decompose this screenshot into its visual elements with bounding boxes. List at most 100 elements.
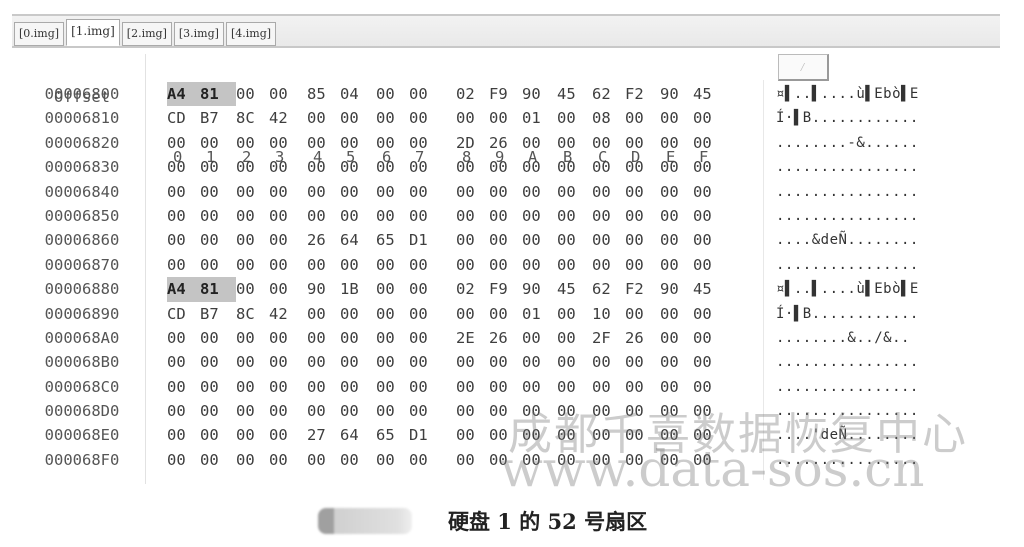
- hex-byte[interactable]: 00: [200, 253, 228, 277]
- hex-byte[interactable]: 62: [592, 277, 620, 301]
- hex-byte[interactable]: 01: [522, 106, 550, 130]
- hex-byte[interactable]: 00: [376, 375, 404, 399]
- hex-byte[interactable]: 00: [625, 375, 653, 399]
- hex-byte[interactable]: CD: [167, 106, 195, 130]
- hex-byte[interactable]: 00: [269, 448, 297, 472]
- hex-byte[interactable]: 00: [200, 448, 228, 472]
- hex-byte[interactable]: 45: [693, 277, 721, 301]
- ascii-text[interactable]: Í·▌B............: [776, 106, 919, 130]
- hex-byte[interactable]: 00: [307, 448, 335, 472]
- hex-byte[interactable]: 00: [236, 131, 264, 155]
- hex-byte[interactable]: 02: [456, 82, 484, 106]
- hex-byte[interactable]: 00: [307, 350, 335, 374]
- hex-byte[interactable]: 00: [409, 277, 437, 301]
- hex-byte[interactable]: 00: [167, 375, 195, 399]
- hex-byte[interactable]: 00: [376, 448, 404, 472]
- hex-byte[interactable]: 00: [340, 326, 368, 350]
- ascii-text[interactable]: ........-&......: [776, 131, 919, 155]
- hex-byte[interactable]: 00: [660, 180, 688, 204]
- hex-byte[interactable]: 00: [625, 204, 653, 228]
- ascii-text[interactable]: ................: [776, 155, 919, 179]
- hex-byte[interactable]: 00: [200, 155, 228, 179]
- hex-byte[interactable]: 00: [236, 204, 264, 228]
- hex-byte[interactable]: 00: [340, 253, 368, 277]
- hex-byte[interactable]: 00: [489, 180, 517, 204]
- hex-byte[interactable]: 00: [307, 131, 335, 155]
- hex-byte[interactable]: 45: [557, 82, 585, 106]
- hex-byte[interactable]: 2E: [456, 326, 484, 350]
- hex-byte[interactable]: 00: [660, 375, 688, 399]
- hex-byte[interactable]: 00: [167, 228, 195, 252]
- tab-0-img[interactable]: [0.img]: [14, 22, 65, 46]
- hex-byte[interactable]: 00: [456, 350, 484, 374]
- hex-byte[interactable]: 00: [307, 155, 335, 179]
- hex-byte[interactable]: A4: [167, 82, 203, 107]
- ascii-header-box[interactable]: ⁄: [778, 54, 829, 81]
- hex-byte[interactable]: 00: [307, 302, 335, 326]
- hex-byte[interactable]: 00: [489, 106, 517, 130]
- hex-byte[interactable]: 00: [456, 228, 484, 252]
- tab-4-img[interactable]: [4.img]: [225, 22, 277, 46]
- hex-byte[interactable]: 00: [489, 350, 517, 374]
- hex-byte[interactable]: 00: [376, 302, 404, 326]
- hex-byte[interactable]: 00: [376, 399, 404, 423]
- hex-byte[interactable]: 00: [376, 204, 404, 228]
- hex-byte[interactable]: 00: [660, 228, 688, 252]
- tab-2-img[interactable]: [2.img]: [121, 22, 172, 46]
- hex-byte[interactable]: F2: [625, 82, 653, 106]
- hex-byte[interactable]: 00: [307, 326, 335, 350]
- hex-byte[interactable]: 00: [522, 204, 550, 228]
- hex-byte[interactable]: 00: [340, 448, 368, 472]
- hex-byte[interactable]: 00: [522, 228, 550, 252]
- hex-byte[interactable]: 00: [592, 131, 620, 155]
- hex-byte[interactable]: 00: [693, 326, 721, 350]
- hex-byte[interactable]: CD: [167, 302, 195, 326]
- hex-byte[interactable]: 00: [167, 350, 195, 374]
- hex-byte[interactable]: 00: [409, 204, 437, 228]
- hex-byte[interactable]: 00: [625, 302, 653, 326]
- hex-byte[interactable]: 00: [409, 253, 437, 277]
- hex-byte[interactable]: 00: [376, 155, 404, 179]
- hex-byte[interactable]: 00: [522, 375, 550, 399]
- hex-byte[interactable]: 81: [200, 277, 236, 302]
- hex-byte[interactable]: 00: [340, 155, 368, 179]
- hex-byte[interactable]: 27: [307, 423, 335, 447]
- hex-byte[interactable]: 00: [200, 375, 228, 399]
- hex-byte[interactable]: 00: [625, 350, 653, 374]
- hex-byte[interactable]: 26: [489, 131, 517, 155]
- hex-byte[interactable]: 00: [625, 253, 653, 277]
- hex-byte[interactable]: 00: [167, 448, 195, 472]
- hex-byte[interactable]: 00: [456, 106, 484, 130]
- hex-byte[interactable]: 00: [307, 375, 335, 399]
- hex-byte[interactable]: 00: [340, 375, 368, 399]
- hex-byte[interactable]: 85: [307, 82, 335, 106]
- hex-byte[interactable]: 00: [592, 253, 620, 277]
- hex-byte[interactable]: 8C: [236, 106, 264, 130]
- hex-byte[interactable]: 00: [693, 131, 721, 155]
- hex-byte[interactable]: 00: [693, 302, 721, 326]
- hex-byte[interactable]: 00: [409, 180, 437, 204]
- hex-byte[interactable]: 00: [200, 399, 228, 423]
- hex-byte[interactable]: 00: [409, 82, 437, 106]
- hex-byte[interactable]: 00: [592, 180, 620, 204]
- hex-byte[interactable]: 08: [592, 106, 620, 130]
- hex-byte[interactable]: D1: [409, 423, 437, 447]
- hex-byte[interactable]: F2: [625, 277, 653, 301]
- hex-byte[interactable]: 00: [269, 228, 297, 252]
- hex-byte[interactable]: 00: [557, 326, 585, 350]
- hex-byte[interactable]: 00: [269, 375, 297, 399]
- hex-byte[interactable]: 00: [693, 253, 721, 277]
- hex-byte[interactable]: 00: [456, 448, 484, 472]
- hex-byte[interactable]: 00: [557, 375, 585, 399]
- ascii-text[interactable]: ................: [776, 375, 919, 399]
- hex-byte[interactable]: 00: [557, 253, 585, 277]
- hex-byte[interactable]: 00: [167, 253, 195, 277]
- hex-byte[interactable]: 00: [693, 180, 721, 204]
- hex-byte[interactable]: 00: [200, 204, 228, 228]
- hex-byte[interactable]: 00: [200, 180, 228, 204]
- hex-byte[interactable]: 00: [269, 180, 297, 204]
- hex-byte[interactable]: 00: [489, 302, 517, 326]
- hex-byte[interactable]: 00: [376, 82, 404, 106]
- hex-byte[interactable]: 26: [489, 326, 517, 350]
- hex-byte[interactable]: B7: [200, 106, 228, 130]
